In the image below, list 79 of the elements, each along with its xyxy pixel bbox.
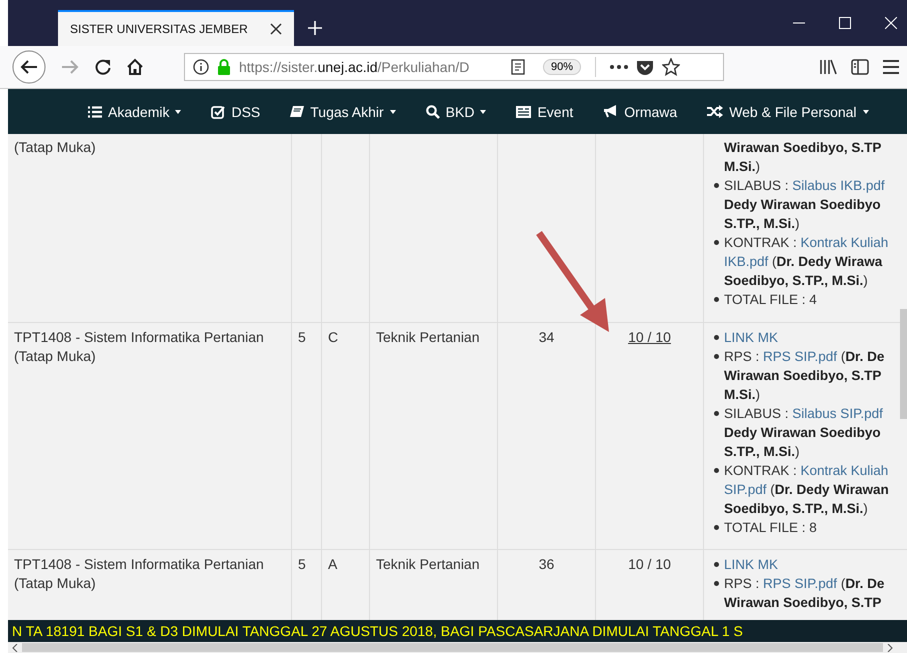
table-cell: 5 [292, 323, 322, 549]
bullet-icon [714, 562, 719, 567]
announcement-ticker: N TA 18191 BAGI S1 & D3 DIMULAI TANGGAL 27 AGUSTUS 2018, BAGI PASCASARJANA DIMULAI TANGGAL 1 S [8, 620, 907, 642]
browser-tab[interactable]: SISTER UNIVERSITAS JEMBER [58, 10, 294, 46]
nav-menu-item[interactable]: Tugas Akhir [290, 104, 396, 120]
book-icon [290, 105, 304, 118]
shuffle-icon [707, 105, 724, 118]
lock-icon [217, 59, 231, 75]
file-entry: TOTAL FILE : 8 [724, 519, 817, 537]
file-link[interactable]: Kontrak Kuliah [800, 463, 888, 478]
home-icon[interactable] [126, 58, 144, 76]
table-cell: 34 [538, 329, 554, 345]
back-icon[interactable] [12, 50, 46, 84]
info-icon[interactable] [193, 59, 209, 75]
caret-icon [480, 110, 486, 114]
plus-icon[interactable] [308, 21, 322, 35]
reader-view-icon[interactable] [511, 59, 525, 75]
scrollbar-thumb[interactable] [900, 309, 907, 419]
ratio-text: 10 / 10 [628, 556, 671, 572]
file-entry: RPS : RPS SIP.pdf (Dr. De Wirawan Soedibyo, S.TP M.Si.) [724, 348, 884, 404]
caret-icon [862, 110, 869, 114]
caret-icon [175, 110, 182, 114]
bullet-icon [714, 297, 719, 302]
nav-menu-item[interactable]: Event [516, 104, 574, 120]
bullet-icon [714, 240, 719, 245]
bullet-icon [714, 354, 719, 359]
nav-menu-item[interactable]: Web & File Personal [707, 104, 869, 120]
url-text: https://sister.unej.ac.id/Perkuliahan/D [239, 59, 470, 75]
nav-menu-item[interactable]: DSS [211, 104, 260, 120]
address-field[interactable]: https://sister.unej.ac.id/Perkuliahan/D 90% [184, 53, 724, 81]
file-link[interactable]: LINK MK [724, 557, 778, 572]
maximize-icon[interactable] [839, 17, 851, 29]
library-icon[interactable] [819, 59, 837, 75]
list-icon [88, 106, 102, 118]
file-link[interactable]: Kontrak Kuliah [800, 235, 888, 250]
bullet-icon [714, 468, 719, 473]
table-cell: C [322, 323, 370, 549]
bullet-icon [714, 335, 719, 340]
table-cell: TPT1408 - Sistem Informatika Pertanian (Tatap Muka) [8, 323, 292, 549]
table-cell: (Tatap Muka) [8, 134, 292, 322]
file-link[interactable]: SIP.pdf [724, 482, 767, 497]
close-icon[interactable] [270, 23, 282, 35]
reload-icon[interactable] [94, 58, 112, 76]
more-icon[interactable] [610, 65, 628, 69]
file-entry: RPS : RPS SIP.pdf (Dr. De Wirawan Soedibyo, S.TP [724, 575, 884, 612]
sidebar-icon[interactable] [851, 59, 869, 75]
file-entry: TOTAL FILE : 4 [724, 291, 817, 309]
tab-title: SISTER UNIVERSITAS JEMBER [70, 22, 248, 36]
caret-icon [390, 110, 396, 114]
ratio-link[interactable]: 10 / 10 [628, 329, 671, 345]
pocket-icon[interactable] [636, 59, 654, 75]
file-entry: KONTRAK : Kontrak Kuliah IKB.pdf (Dr. Dedy Wirawa Soedibyo, S.TP., M.Si.) [724, 234, 888, 290]
file-link[interactable]: LINK MK [724, 330, 778, 345]
nav-menu-item[interactable]: BKD [426, 104, 486, 120]
file-link[interactable]: RPS SIP.pdf [763, 349, 838, 364]
bullet-icon [714, 411, 719, 416]
menu-icon[interactable] [883, 60, 899, 74]
bullet-icon [714, 525, 719, 530]
megaphone-icon [603, 105, 618, 118]
file-link[interactable]: IKB.pdf [724, 254, 768, 269]
table-cell: 36 [538, 556, 554, 572]
file-entry: KONTRAK : Kontrak Kuliah SIP.pdf (Dr. Dedy Wirawan Soedibyo, S.TP., M.Si.) [724, 462, 889, 518]
scrollbar[interactable] [8, 642, 907, 653]
file-link[interactable]: Silabus SIP.pdf [792, 406, 883, 421]
nav-menu-item[interactable]: Akademik [88, 104, 182, 120]
bullet-icon [714, 581, 719, 586]
file-link[interactable]: Silabus IKB.pdf [792, 178, 885, 193]
zoom-badge[interactable]: 90% [543, 59, 582, 75]
newspaper-icon [516, 106, 532, 118]
table-cell: Teknik Pertanian [370, 323, 498, 549]
file-entry: SILABUS : Silabus IKB.pdf Dedy Wirawan Soedibyo S.TP., M.Si.) [724, 177, 885, 233]
search-icon [426, 104, 440, 118]
star-icon[interactable] [662, 58, 680, 76]
nav-menu-item[interactable]: Ormawa [603, 104, 678, 120]
file-entry: SILABUS : Silabus SIP.pdf Dedy Wirawan Soedibyo S.TP., M.Si.) [724, 405, 883, 461]
bullet-icon [714, 183, 719, 188]
file-entry: Wirawan Soedibyo, S.TP M.Si.) [724, 139, 882, 176]
checkbox-icon [211, 104, 226, 118]
file-link[interactable]: RPS SIP.pdf [763, 576, 838, 591]
